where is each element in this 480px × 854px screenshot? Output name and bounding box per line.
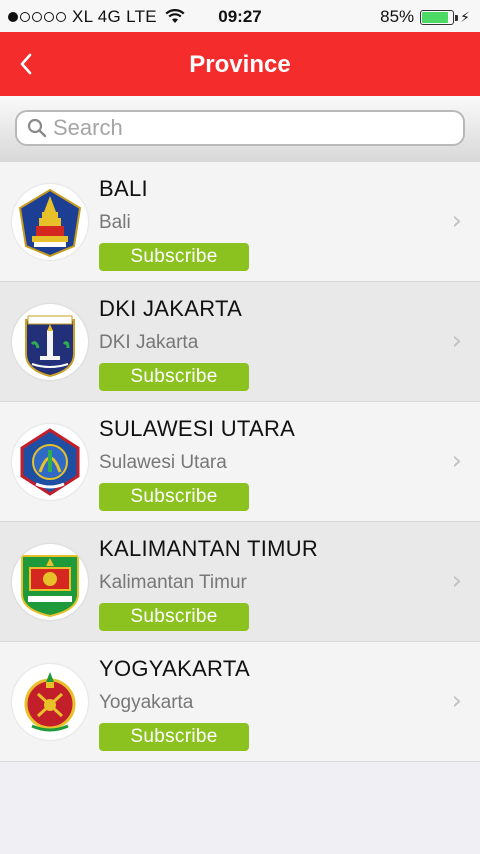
province-name: YOGYAKARTA [99,656,250,681]
province-row-dki-jakarta[interactable]: DKI JAKARTA DKI Jakarta Subscribe › [0,282,480,402]
battery-cap [455,14,459,21]
province-subtitle: DKI Jakarta [99,332,199,353]
chevron-right-icon: › [451,326,462,356]
province-subtitle: Yogyakarta [99,692,194,713]
sulawesi-utara-emblem-icon [12,424,88,500]
navigation-bar: Province [0,32,480,96]
subscribe-button[interactable]: Subscribe [99,363,249,391]
search-input[interactable] [53,115,433,141]
province-row-kalimantan-timur[interactable]: KALIMANTAN TIMUR Kalimantan Timur Subscr… [0,522,480,642]
status-bar: XL 4G LTE 09:27 85% ⚡ [0,0,480,32]
province-name: BALI [99,176,148,201]
bali-emblem-icon [12,184,88,260]
kalimantan-timur-emblem-icon [12,544,88,620]
battery-percent: 85% [380,7,415,26]
province-name: KALIMANTAN TIMUR [99,536,319,561]
province-list: BALI Bali Subscribe › DKI JAKARTA DKI Ja… [0,162,480,762]
charging-bolt-icon: ⚡ [460,8,470,25]
dki-jakarta-emblem-icon [12,304,88,380]
battery-level [422,11,448,23]
chevron-right-icon: › [451,686,462,716]
province-subtitle: Kalimantan Timur [99,572,247,593]
province-row-bali[interactable]: BALI Bali Subscribe › [0,162,480,282]
province-name: SULAWESI UTARA [99,416,296,441]
subscribe-button[interactable]: Subscribe [99,723,249,751]
province-subtitle: Sulawesi Utara [99,452,227,473]
yogyakarta-emblem-icon [12,664,88,740]
battery-icon [420,9,459,25]
subscribe-button[interactable]: Subscribe [99,243,249,271]
search-bar [0,96,480,162]
subscribe-button[interactable]: Subscribe [99,603,249,631]
province-row-yogyakarta[interactable]: YOGYAKARTA Yogyakarta Subscribe › [0,642,480,762]
province-name: DKI JAKARTA [99,296,243,321]
search-icon [27,118,47,138]
status-right: 85% ⚡ [380,7,470,27]
chevron-right-icon: › [451,206,462,236]
province-row-sulawesi-utara[interactable]: SULAWESI UTARA Sulawesi Utara Subscribe … [0,402,480,522]
page-title: Province [189,51,291,78]
subscribe-button[interactable]: Subscribe [99,483,249,511]
province-subtitle: Bali [99,212,131,233]
chevron-right-icon: › [451,566,462,596]
chevron-right-icon: › [451,446,462,476]
search-field[interactable] [15,110,465,146]
